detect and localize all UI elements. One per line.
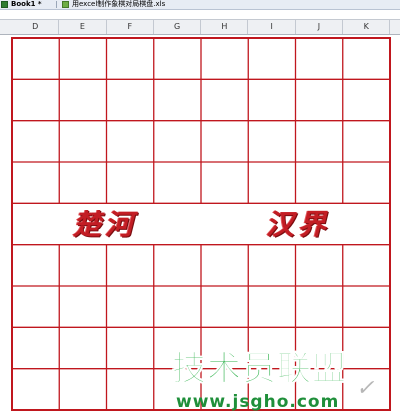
watermark-url: www.jsgho.com — [176, 392, 340, 412]
river-text-han-jie: 汉界 — [266, 208, 331, 241]
river-text-chu-he: 楚河 — [73, 208, 138, 241]
watermark-corner-mark: ✓ — [356, 376, 375, 401]
watermark-brand: 技术员联盟 — [172, 349, 347, 389]
